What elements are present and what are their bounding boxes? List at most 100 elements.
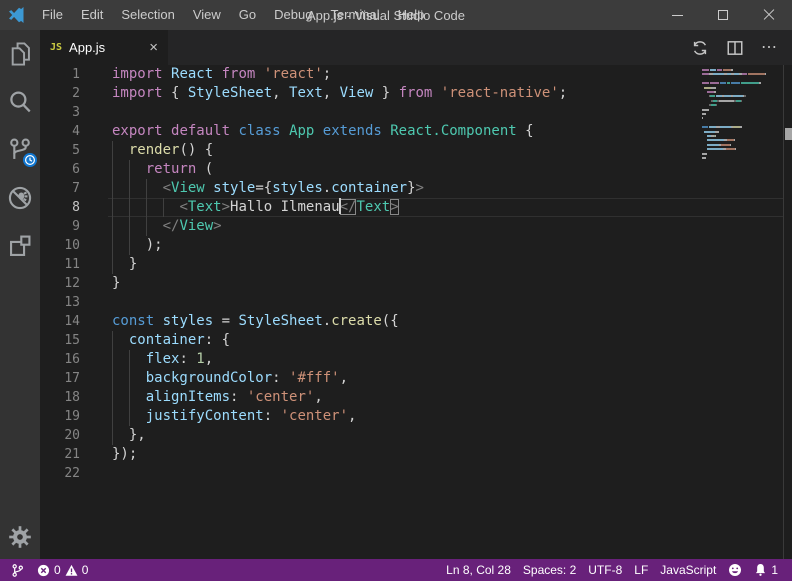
language-mode-indicator[interactable]: JavaScript [654, 559, 722, 581]
code-line[interactable]: export default class App extends React.C… [108, 122, 783, 141]
code-token: from [399, 85, 433, 101]
code-line[interactable]: import React from 'react'; [108, 65, 783, 84]
line-number[interactable]: 5 [40, 141, 108, 160]
line-number[interactable]: 8 [40, 198, 108, 217]
code-line[interactable]: justifyContent: 'center', [108, 407, 783, 426]
menu-item-debug[interactable]: Debug [265, 0, 321, 30]
minimize-button[interactable] [654, 0, 700, 30]
line-number[interactable]: 16 [40, 350, 108, 369]
maximize-button[interactable] [700, 0, 746, 30]
code-line[interactable]: </View> [108, 217, 783, 236]
code-token: , [340, 370, 348, 386]
line-number[interactable]: 6 [40, 160, 108, 179]
menu-item-selection[interactable]: Selection [112, 0, 183, 30]
line-number[interactable]: 15 [40, 331, 108, 350]
vscode-window: { "window": { "title": "App.js - Visual … [0, 0, 792, 581]
code-line[interactable] [108, 103, 783, 122]
code-line[interactable]: } [108, 274, 783, 293]
git-branch-indicator[interactable] [4, 559, 31, 581]
minimap-line [702, 117, 703, 119]
code-line[interactable]: import { StyleSheet, Text, View } from '… [108, 84, 783, 103]
open-changes-icon[interactable] [691, 39, 709, 57]
code-line[interactable]: alignItems: 'center', [108, 388, 783, 407]
code-line[interactable]: backgroundColor: '#fff', [108, 369, 783, 388]
code-line[interactable]: <View style={styles.container}> [108, 179, 783, 198]
indent-guide [129, 198, 130, 217]
code-line[interactable]: <Text>Hallo Ilmenau</Text> [108, 198, 783, 217]
line-number[interactable]: 17 [40, 369, 108, 388]
code-editor[interactable]: 12345678910111213141516171819202122 impo… [40, 65, 792, 559]
code-token: Hallo Ilmenau [230, 199, 340, 215]
editor-actions: ⋯ [691, 30, 792, 65]
problems-indicator[interactable]: 0 0 [31, 559, 94, 581]
tab-appjs[interactable]: JS App.js × [40, 30, 168, 65]
line-number[interactable]: 3 [40, 103, 108, 122]
line-number[interactable]: 7 [40, 179, 108, 198]
vscode-logo-icon [7, 5, 27, 25]
menu-item-file[interactable]: File [33, 0, 72, 30]
line-number[interactable]: 1 [40, 65, 108, 84]
code-line[interactable]: container: { [108, 331, 783, 350]
line-number[interactable]: 9 [40, 217, 108, 236]
code-line[interactable] [108, 293, 783, 312]
settings-gear-button[interactable] [0, 515, 40, 559]
feedback-button[interactable] [722, 559, 748, 581]
code-line[interactable]: const styles = StyleSheet.create({ [108, 312, 783, 331]
tab-close-icon[interactable]: × [149, 40, 158, 55]
close-button[interactable] [746, 0, 792, 30]
minimap[interactable] [699, 65, 783, 559]
sidebar-item-source-control[interactable] [0, 126, 40, 174]
menu-item-terminal[interactable]: Terminal [321, 0, 388, 30]
smiley-icon [728, 563, 742, 577]
code-line[interactable]: flex: 1, [108, 350, 783, 369]
activity-bar [0, 30, 40, 559]
code-token: container [331, 180, 407, 196]
code-line[interactable] [108, 464, 783, 483]
notifications-button[interactable]: 1 [748, 559, 784, 581]
more-actions-icon[interactable]: ⋯ [761, 43, 778, 53]
code-token: container [129, 332, 205, 348]
indentation-indicator[interactable]: Spaces: 2 [517, 559, 582, 581]
menu-item-go[interactable]: Go [230, 0, 265, 30]
line-number[interactable]: 13 [40, 293, 108, 312]
indent-guide [129, 236, 130, 255]
sidebar-item-explorer[interactable] [0, 30, 40, 78]
code-token: > [390, 199, 398, 215]
line-number[interactable]: 4 [40, 122, 108, 141]
code-token [112, 180, 163, 196]
line-number[interactable]: 11 [40, 255, 108, 274]
sidebar-item-debug[interactable] [0, 174, 40, 222]
menu-item-help[interactable]: Help [389, 0, 434, 30]
menu-item-edit[interactable]: Edit [72, 0, 112, 30]
encoding-indicator[interactable]: UTF-8 [582, 559, 628, 581]
line-number[interactable]: 19 [40, 407, 108, 426]
line-number[interactable]: 21 [40, 445, 108, 464]
eol-indicator[interactable]: LF [628, 559, 654, 581]
line-number[interactable]: 14 [40, 312, 108, 331]
line-number[interactable]: 2 [40, 84, 108, 103]
cursor-position-indicator[interactable]: Ln 8, Col 28 [440, 559, 517, 581]
sidebar-item-extensions[interactable] [0, 222, 40, 270]
sidebar-item-search[interactable] [0, 78, 40, 126]
minimap-line [702, 139, 735, 141]
minimap-line [702, 148, 736, 150]
line-number[interactable]: 12 [40, 274, 108, 293]
code-token: StyleSheet [188, 85, 272, 101]
menu-bar: FileEditSelectionViewGoDebugTerminalHelp [33, 0, 433, 30]
line-number[interactable]: 20 [40, 426, 108, 445]
code-line[interactable]: } [108, 255, 783, 274]
code-line[interactable]: }, [108, 426, 783, 445]
code-line[interactable]: render() { [108, 141, 783, 160]
line-number[interactable]: 22 [40, 464, 108, 483]
indent-guide [129, 217, 130, 236]
menu-item-view[interactable]: View [184, 0, 230, 30]
minimap-line [702, 91, 716, 93]
line-number[interactable]: 10 [40, 236, 108, 255]
indent-guide [129, 388, 130, 407]
code-line[interactable]: }); [108, 445, 783, 464]
code-line[interactable]: return ( [108, 160, 783, 179]
warning-icon [65, 564, 78, 577]
code-line[interactable]: ); [108, 236, 783, 255]
line-number[interactable]: 18 [40, 388, 108, 407]
split-editor-icon[interactable] [726, 39, 744, 57]
